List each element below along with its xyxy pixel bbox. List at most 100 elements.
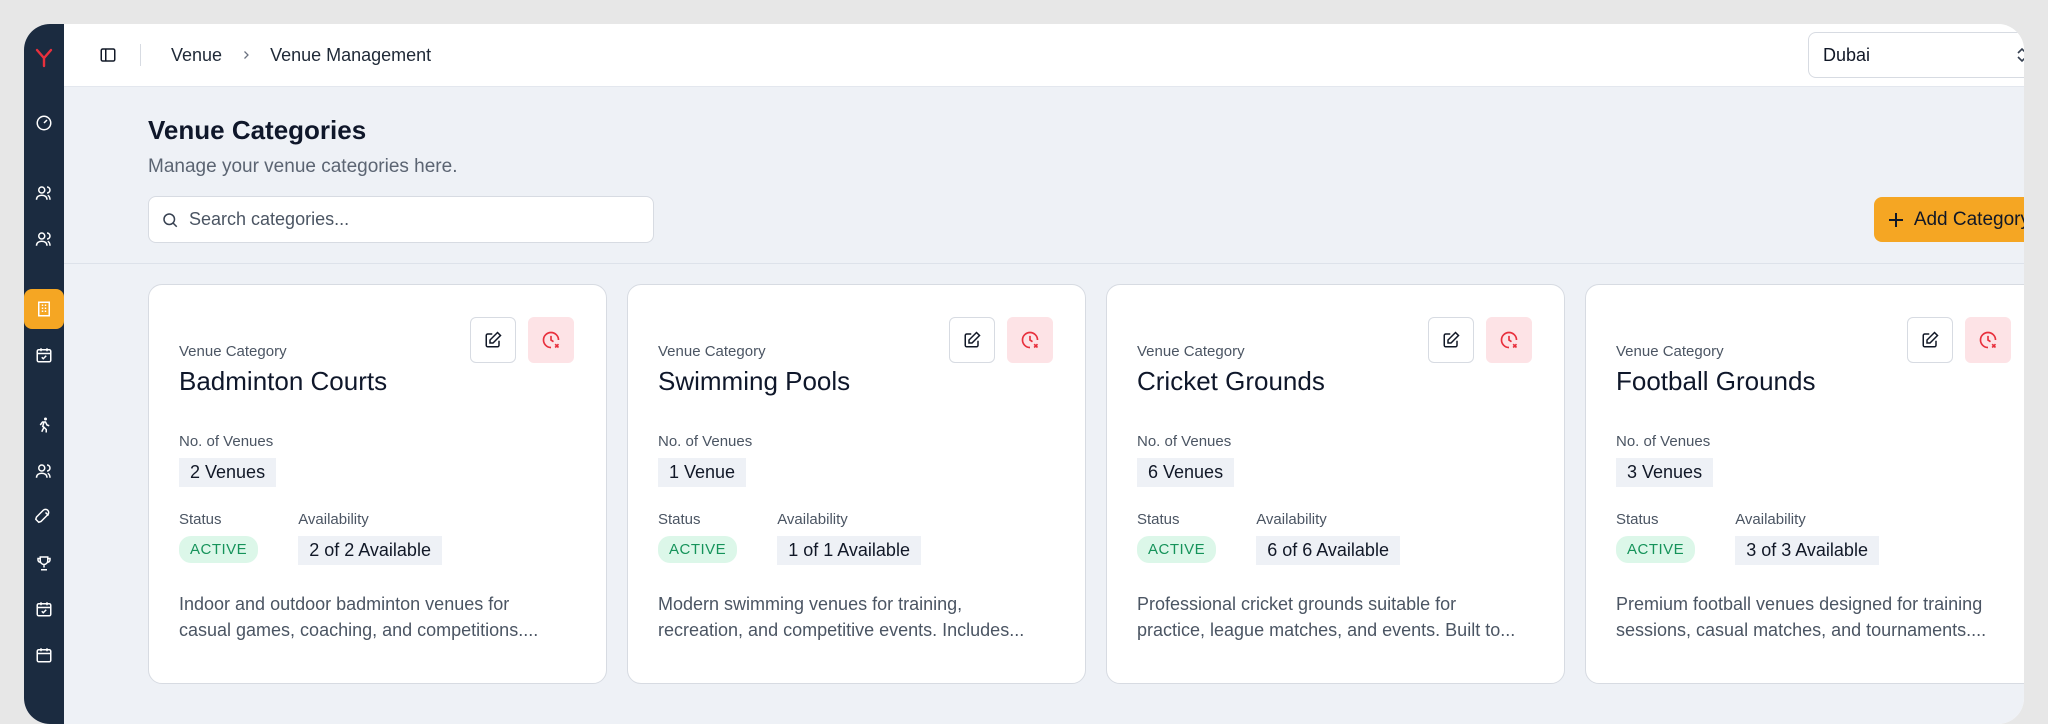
status-badge: ACTIVE [179,536,259,563]
venues-count-label: No. of Venues [179,433,274,450]
trophy-icon [37,556,51,571]
status-badge: ACTIVE [1616,536,1696,563]
edit-icon [485,331,502,348]
venues-count: 6 Venues [1137,458,1235,487]
card-actions [1907,317,2011,363]
availability-value: 1 of 1 Available [777,536,921,565]
breadcrumb-venue[interactable]: Venue [171,45,222,66]
chevron-right-icon [240,49,252,61]
edit-icon [1922,331,1939,348]
search-icon [163,212,178,227]
chevron-updown-icon [2017,47,2024,63]
card-title: Cricket Grounds [1137,366,1325,396]
sidebar-item-schedule[interactable] [24,589,64,629]
deactivate-button[interactable] [1486,317,1532,363]
venues-count: 3 Venues [1616,458,1714,487]
status-badge: ACTIVE [658,536,738,563]
sidebar [24,24,64,724]
category-card: Venue Category Cricket Grounds No. of Ve… [1106,284,1565,684]
location-select[interactable]: Dubai [1808,32,2024,78]
card-description: Indoor and outdoor badminton venues for … [179,591,576,643]
add-category-label: Add Category [1913,208,2024,230]
venues-count-label: No. of Venues [658,433,753,450]
description-line: Professional cricket grounds suitable fo… [1137,594,1457,614]
add-category-button[interactable]: Add Category [1873,197,2024,242]
panel-left-icon [100,48,116,62]
sidebar-item-dashboard[interactable] [24,103,64,143]
description-line: practice, league matches, and events. Bu… [1137,620,1516,640]
page-header: Venue Categories Manage your venue categ… [64,87,2024,243]
edit-button[interactable] [470,317,516,363]
deactivate-button[interactable] [1007,317,1053,363]
category-card: Venue Category Swimming Pools No. of Ven… [627,284,1086,684]
calendar-alt-icon [36,648,52,663]
runner-icon [39,417,50,433]
category-card: Venue Category Badminton Courts No. of V… [148,284,607,684]
location-select-value: Dubai [1823,44,1871,65]
sidebar-item-launch[interactable] [24,497,64,537]
edit-icon [1443,331,1460,348]
dashboard-icon [36,115,52,131]
sidebar-item-activities[interactable] [24,405,64,445]
sidebar-item-team[interactable] [24,219,64,259]
page-subtitle: Manage your venue categories here. [148,156,458,177]
plus-icon [1888,212,1903,227]
card-actions [949,317,1053,363]
card-actions [1428,317,1532,363]
status-label: Status [658,511,701,528]
sidebar-item-events[interactable] [24,635,64,675]
availability-value: 6 of 6 Available [1256,536,1400,565]
edit-button[interactable] [1907,317,1953,363]
venues-count: 1 Venue [658,458,747,487]
sidebar-item-users[interactable] [24,173,64,213]
description-line: sessions, casual matches, and tournament… [1616,620,1987,640]
venues-count-label: No. of Venues [1616,433,1711,450]
availability-label: Availability [1735,511,1806,528]
status-label: Status [179,511,222,528]
deactivate-button[interactable] [1965,317,2011,363]
building-icon [38,301,50,317]
availability-label: Availability [298,511,369,528]
topbar: Venue Venue Management Dubai [64,24,2024,87]
description-line: Indoor and outdoor badminton venues for [179,594,510,614]
description-line: casual games, coaching, and competitions… [179,620,539,640]
card-title: Football Grounds [1616,366,1816,396]
category-card: Venue Category Football Grounds No. of V… [1585,284,2024,684]
card-description: Modern swimming venues for training, rec… [658,591,1055,643]
edit-button[interactable] [949,317,995,363]
sidebar-item-members[interactable] [24,451,64,491]
team-icon [35,232,51,246]
app-window: Venue Venue Management Dubai Venue Categ… [24,24,2024,724]
availability-value: 3 of 3 Available [1735,536,1879,565]
clock-x-icon [1021,331,1039,349]
sidebar-item-venues[interactable] [24,289,64,329]
deactivate-button[interactable] [528,317,574,363]
search-input[interactable] [189,209,641,230]
description-line: Premium football venues designed for tra… [1616,594,1983,614]
card-title: Swimming Pools [658,366,851,396]
search-box[interactable] [148,196,654,243]
edit-icon [964,331,981,348]
status-label: Status [1137,511,1180,528]
sidebar-toggle-button[interactable] [96,43,120,67]
calendar-icon [36,602,52,617]
sidebar-item-tournaments[interactable] [24,543,64,583]
clock-x-icon [1500,331,1518,349]
topbar-divider [140,44,141,66]
venues-count-label: No. of Venues [1137,433,1232,450]
status-label: Status [1616,511,1659,528]
availability-value: 2 of 2 Available [298,536,442,565]
users-icon [35,186,51,200]
sidebar-item-bookings[interactable] [24,335,64,375]
description-line: recreation, and competitive events. Incl… [658,620,1025,640]
clock-x-icon [542,331,560,349]
page-title: Venue Categories [148,115,367,145]
availability-label: Availability [777,511,848,528]
edit-button[interactable] [1428,317,1474,363]
calendar-check-icon [36,348,52,363]
main-content: Venue Venue Management Dubai Venue Categ… [64,24,2024,724]
logo-icon[interactable] [24,38,64,78]
description-line: Modern swimming venues for training, [658,594,963,614]
rocket-icon [35,508,50,524]
card-title: Badminton Courts [179,366,388,396]
